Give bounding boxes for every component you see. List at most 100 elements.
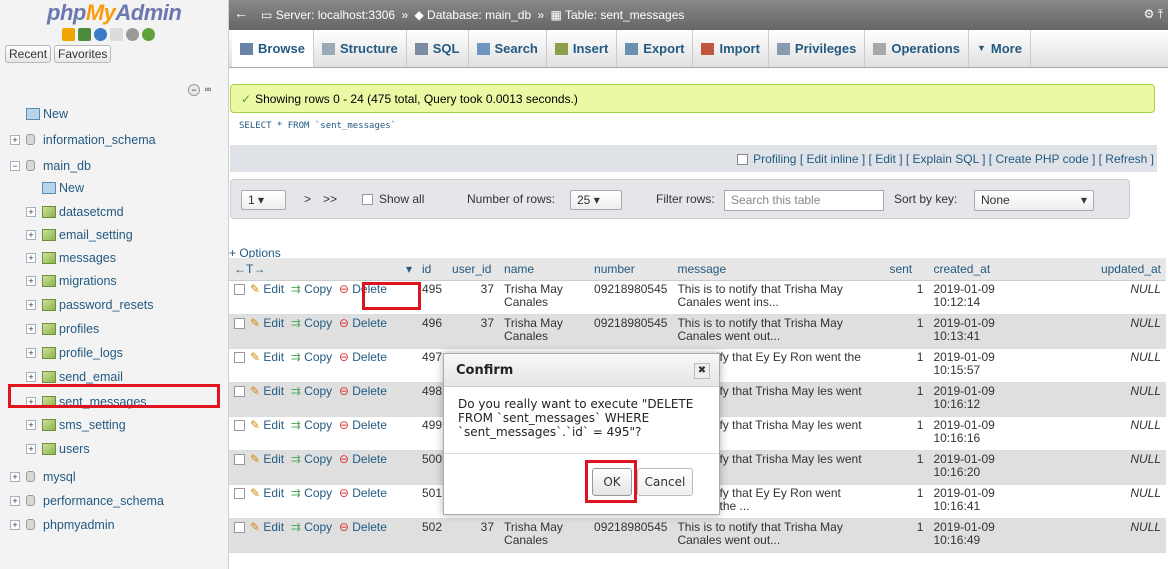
expand-icon[interactable]: + [10,135,20,145]
expand-icon[interactable]: + [26,372,36,382]
tab-more[interactable]: ▼ More [969,30,1031,67]
page-select[interactable]: 1 ▾ [241,190,286,210]
cell-number[interactable]: 09218980545 [589,280,673,315]
row-checkbox[interactable] [234,487,245,499]
cell-sent[interactable]: 1 [884,450,929,485]
delete-link[interactable]: ⊖ Delete [339,486,387,500]
tab-browse[interactable]: Browse [232,30,314,67]
cell-name[interactable]: Trisha May Canales [499,314,590,349]
delete-link[interactable]: ⊖ Delete [339,452,387,466]
cancel-button[interactable]: Cancel [637,468,693,496]
delete-link[interactable]: ⊖ Delete [339,316,387,330]
cell-id[interactable]: 495 [417,280,448,315]
copy-link[interactable]: ⇉ Copy [291,384,332,398]
cell-updated-at[interactable]: NULL [1044,518,1166,553]
column-header-message[interactable]: message [672,258,885,281]
rows-per-page-select[interactable]: 25 ▾ [570,190,622,210]
edit-link[interactable]: ✎ Edit [250,316,284,330]
edit-link[interactable]: ✎ Edit [250,486,284,500]
row-checkbox[interactable] [234,351,245,363]
breadcrumb-database[interactable]: Database: main_db [427,8,531,22]
cell-sent[interactable]: 1 [884,348,929,383]
sidebar-item-label[interactable]: password_resets [59,294,154,316]
show-all-checkbox[interactable] [362,194,373,205]
cell-user-id[interactable]: 37 [447,280,500,315]
expand-icon[interactable]: + [10,496,20,506]
edit-link[interactable]: ✎ Edit [250,384,284,398]
last-page-button[interactable]: >> [323,192,337,206]
expand-icon[interactable]: + [26,324,36,334]
delete-link[interactable]: ⊖ Delete [339,520,387,534]
expand-icon[interactable]: + [10,520,20,530]
sidebar-item-label[interactable]: phpmyadmin [43,514,115,536]
tab-structure[interactable]: Structure [314,30,407,67]
cell-message[interactable]: This is to notify that Trisha May Canale… [672,314,885,349]
cell-created-at[interactable]: 2019-01-09 10:16:16 [928,416,1045,451]
tab-sql[interactable]: SQL [407,30,469,67]
expand-icon[interactable]: + [26,230,36,240]
row-checkbox[interactable] [234,317,245,329]
sidebar-item-label[interactable]: messages [59,247,116,269]
expand-icon[interactable]: + [26,420,36,430]
cell-sent[interactable]: 1 [884,484,929,519]
copy-link[interactable]: ⇉ Copy [291,486,332,500]
sidebar-item-label[interactable]: profile_logs [59,342,123,364]
breadcrumb-table[interactable]: Table: sent_messages [565,8,684,22]
settings-gear-icon[interactable] [126,28,139,41]
sidebar-item-label[interactable]: datasetcmd [59,201,124,223]
row-checkbox[interactable] [234,453,245,465]
cell-created-at[interactable]: 2019-01-09 10:16:49 [928,518,1045,553]
cell-created-at[interactable]: 2019-01-09 10:15:57 [928,348,1045,383]
sidebar-item-label[interactable]: performance_schema [43,490,164,512]
column-header-sent[interactable]: sent [884,258,929,281]
favorites-tab[interactable]: Favorites [54,45,112,63]
sidebar-item-label[interactable]: migrations [59,270,117,292]
sidebar-item-label[interactable]: New [59,177,84,199]
collapse-icon[interactable]: ⤒ [1158,7,1163,21]
cell-updated-at[interactable]: NULL [1044,484,1166,519]
cell-updated-at[interactable]: NULL [1044,314,1166,349]
expand-icon[interactable]: + [26,276,36,286]
tab-search[interactable]: Search [469,30,547,67]
sidebar-item-label[interactable]: mysql [43,466,76,488]
sidebar-item-label[interactable]: email_setting [59,224,133,246]
sidebar-item-label[interactable]: users [59,438,90,460]
sidebar-item-label[interactable]: profiles [59,318,99,340]
cell-updated-at[interactable]: NULL [1044,382,1166,417]
cell-updated-at[interactable]: NULL [1044,348,1166,383]
sidebar-item-label[interactable]: sms_setting [59,414,126,436]
expand-icon[interactable]: + [26,444,36,454]
cell-updated-at[interactable]: NULL [1044,450,1166,485]
delete-link[interactable]: ⊖ Delete [339,350,387,364]
sidebar-item-label[interactable]: information_schema [43,129,156,151]
edit-link[interactable]: ✎ Edit [250,418,284,432]
cell-user-id[interactable]: 37 [447,518,500,553]
tab-export[interactable]: Export [617,30,694,67]
collapse-all-icon[interactable]: − [188,84,200,96]
next-page-button[interactable]: > [304,192,311,206]
cell-created-at[interactable]: 2019-01-09 10:16:41 [928,484,1045,519]
cell-message[interactable]: This is to notify that Trisha May Canale… [672,518,885,553]
copy-link[interactable]: ⇉ Copy [291,282,332,296]
tab-import[interactable]: Import [693,30,769,67]
cell-number[interactable]: 09218980545 [589,314,673,349]
cell-number[interactable]: 09218980545 [589,518,673,553]
filter-rows-input[interactable]: Search this table [724,190,884,211]
column-header-user_id[interactable]: user_id [447,258,500,281]
reload-icon[interactable] [142,28,155,41]
row-checkbox[interactable] [234,419,245,431]
copy-link[interactable]: ⇉ Copy [291,316,332,330]
tab-operations[interactable]: Operations [865,30,969,67]
docs-icon[interactable] [110,28,123,41]
close-icon[interactable]: ✖ [694,363,710,379]
phpmyadmin-logo[interactable]: phpMyAdmin [47,0,182,26]
tab-privileges[interactable]: Privileges [769,30,866,67]
cell-created-at[interactable]: 2019-01-09 10:16:12 [928,382,1045,417]
expand-icon[interactable]: + [10,472,20,482]
sidebar-item-label[interactable]: New [43,103,68,125]
column-arrows-icon[interactable]: ←T→ [234,262,265,276]
cell-created-at[interactable]: 2019-01-09 10:16:20 [928,450,1045,485]
edit-link[interactable]: ✎ Edit [250,282,284,296]
column-header-created_at[interactable]: created_at [928,258,1045,281]
link-icon[interactable]: ∞ [202,84,214,96]
